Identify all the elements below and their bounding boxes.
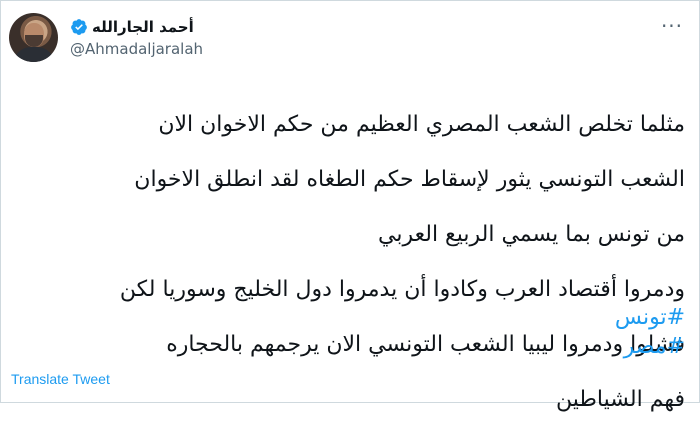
hashtag-link[interactable]: #تونس [615,303,685,332]
user-handle[interactable]: @Ahmadaljaralah [70,40,203,58]
translate-tweet-link[interactable]: Translate Tweet [11,371,110,387]
user-info: أحمد الجارالله @Ahmadaljaralah [70,16,203,58]
tweet-line: من تونس بما يسمي الربيع العربي [378,221,685,247]
tweet-line: مثلما تخلص الشعب المصري العظيم من حكم ال… [158,111,685,137]
more-options-icon[interactable]: ··· [659,13,685,39]
tweet-line: فشلوا ودمروا ليبيا الشعب التونسي الان ير… [166,331,685,357]
hashtag-list: #تونس #مصر [615,303,685,361]
tweet-line: فهم الشياطين [556,386,685,412]
verified-badge-icon [71,19,87,35]
hashtag-link[interactable]: #مصر [615,332,685,361]
avatar[interactable] [9,12,58,62]
tweet-card: أحمد الجارالله @Ahmadaljaralah ··· مثلما… [0,0,700,412]
name-row: أحمد الجارالله [70,16,203,38]
tweet-body: مثلما تخلص الشعب المصري العظيم من حكم ال… [25,83,685,441]
tweet-header: أحمد الجارالله @Ahmadaljaralah [9,9,203,65]
display-name[interactable]: أحمد الجارالله [92,18,194,36]
tweet-line: ودمروا أقتصاد العرب وكادوا أن يدمروا دول… [119,276,685,302]
tweet-line: الشعب التونسي يثور لإسقاط حكم الطغاه لقد… [134,166,685,192]
